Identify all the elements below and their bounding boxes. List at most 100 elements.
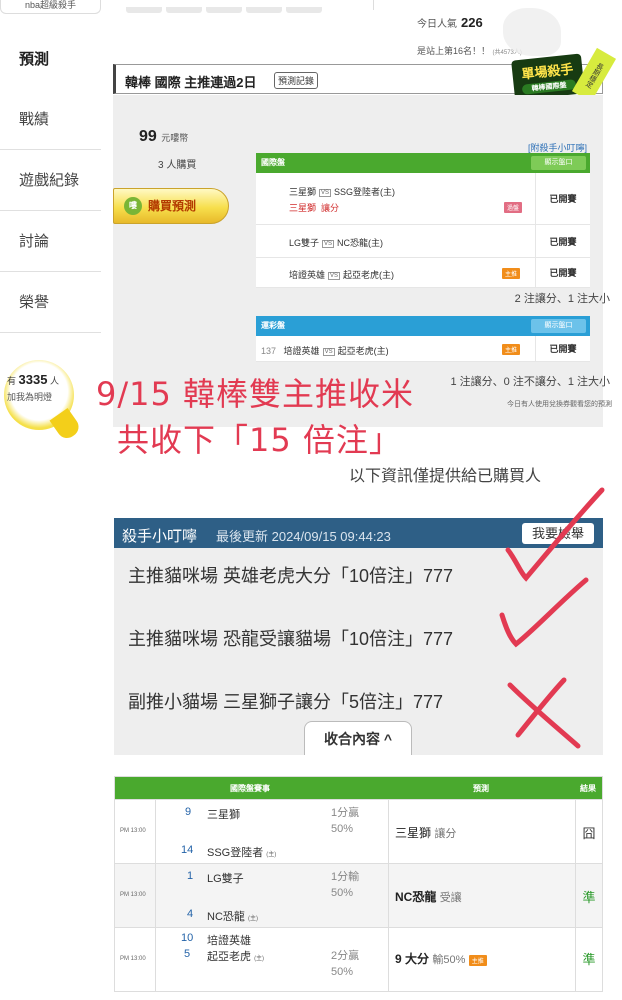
game-number: 137 [261,346,277,356]
show-odds-button[interactable]: 顯示盤口 [531,156,586,170]
col-result: 結果 [580,784,596,793]
tips-title: 殺手小叮嚀 [122,528,198,545]
rank-text: 是站上第16名！！ [417,46,491,56]
fans-count: 有 3335 人 [7,372,77,387]
divider [373,0,374,10]
prediction: 9 大分 輸50% 主推 [395,950,487,967]
away-team: 培證英雄 [207,935,251,947]
results-header: 國際盤賽事 預測 結果 [115,777,602,799]
main-pick-tag: 主推 [468,955,487,966]
fans-suffix: 人 [49,376,59,386]
pred-pick: 9 大分 [395,952,430,966]
fans-number: 3335 [18,372,48,387]
team-number: 14 [181,844,194,856]
home-tag: (主) [254,956,265,962]
col-game: 國際盤賽事 [230,784,270,793]
verdict: 囧 [582,826,596,841]
game-time: PM 13:00 [120,892,146,898]
buy-prediction-button[interactable]: 嘍 購買預測 [113,188,229,224]
pick-type: 讓分 [321,203,340,213]
handwritten-caption-1: 9/15 韓棒雙主推收米 [96,375,415,413]
odds-line: 1分贏 [331,807,360,819]
home-tag: (主) [266,852,277,858]
status: 已開賽 [535,225,590,257]
check-mark-icon [505,487,605,582]
odds-pct: 50% [331,823,354,835]
fans-prefix: 有 [7,376,17,386]
odds-line: 1分輸 [331,871,360,883]
team-number: 5 [184,948,191,960]
home-team: SSG登陸者(主) [334,187,396,197]
home-team: NC恐龍 (主) [207,908,258,924]
prediction-record-button[interactable]: 預測記錄 [274,72,319,89]
table-row: PM 13:00 9 三星獅 14 SSG登陸者 (主) 1分贏 50% 三星獅 … [115,799,602,863]
main-pick-tag: 主推 [502,268,521,279]
home-tag: (主) [247,916,258,922]
badge-main: 單場殺手 [520,61,575,82]
home-team-name: 起亞老虎 [207,951,251,963]
popularity: 今日人氣 226 [417,15,483,30]
team-number: 10 [181,932,194,944]
status: 已開賽 [535,258,590,287]
collapse-button[interactable]: 收合內容 ^ [304,721,412,755]
table-row: 137 培證英雄 VS 起亞老虎(主) 主推 已開賽 [256,336,590,362]
pred-pick: NC恐龍 [395,890,437,904]
verdict: 準 [582,890,596,905]
sidebar-item-record[interactable]: 戰績 [0,89,101,150]
pick-team: 三星獅 [289,203,317,213]
away-team: LG雙子 [207,873,244,885]
follow-me-label[interactable]: 加我為明燈 [7,390,77,403]
popularity-value: 226 [461,15,483,30]
status: 已開賽 [535,336,590,361]
away-team: 三星獅 [207,809,240,821]
sidebar-item-discussion[interactable]: 討論 [0,211,101,272]
buy-button-label: 購買預測 [148,199,197,213]
tip-line: 主推貓咪場 恐龍受讓貓場「10倍注」777 [128,629,454,649]
status: 已開賽 [535,173,590,224]
follow-bulb[interactable]: 有 3335 人 加我為明燈 [4,360,83,442]
odds: 1分贏 50% [331,805,359,837]
home-team: NC恐龍(主) [337,238,384,248]
team-number: 9 [185,806,192,818]
pick: 三星獅 讓分 [289,201,339,214]
voucher-note: 今日有人使用兌換券觀看您的預測 [507,401,612,408]
odds: 2分贏 50% [331,948,359,980]
away-team: 培證英雄 [289,270,326,280]
check-mark-icon [499,577,589,648]
pred-type: 受讓 [439,892,462,904]
matchup: LG雙子 VS NC恐龍(主) [289,236,383,249]
price-value: 99 [139,128,157,145]
table-row: LG雙子 VS NC恐龍(主) 已開賽 [256,225,590,258]
home-team-name: SSG登陸者 [207,847,264,859]
team-number: 4 [187,908,194,920]
intl-summary: 2 注讓分、1 注大小 [514,293,610,305]
home-team-name: NC恐龍 [207,911,245,923]
sport-summary: 1 注讓分、0 注不讓分、1 注大小 [450,376,610,388]
table-row: 培證英雄 VS 起亞老虎(主) 主推 已開賽 [256,258,590,288]
tip-line: 主推貓咪場 英雄老虎大分「10倍注」777 [128,566,454,586]
pass-tag: 過盤 [504,202,523,213]
sidebar-top-label[interactable]: nba超級殺手 [0,0,101,14]
show-odds-button[interactable]: 顯示盤口 [531,319,586,333]
main-pick-tag: 主推 [502,344,521,355]
pred-pick: 三星獅 [395,826,432,840]
pred-type: 輸50% [432,954,466,966]
team-number: 1 [187,870,194,882]
odds-line: 2分贏 [331,950,360,962]
handwritten-marks [499,487,605,749]
table-row: PM 13:00 10 培證英雄 5 起亞老虎 (主) 2分贏 50% 9 大分 … [115,927,602,991]
sidebar-item-game-history[interactable]: 遊戲紀錄 [0,150,101,211]
vs-icon: VS [319,188,332,197]
intl-header-label: 國際盤 [261,158,285,167]
handwritten-caption-2: 共收下「15 倍注」 [117,421,402,459]
pred-type: 讓分 [434,828,457,840]
sidebar-item-predictions[interactable]: 預測 [0,29,101,90]
intl-table-header: 國際盤 顯示盤口 [256,153,590,173]
cross-mark-icon [507,682,581,749]
col-prediction: 預測 [473,784,489,793]
home-team: 起亞老虎(主) [337,346,389,356]
prediction: 三星獅 讓分 [395,824,456,841]
tip-line: 副推小貓場 三星獅子讓分「5倍注」777 [128,692,444,712]
sidebar-item-honors[interactable]: 榮譽 [0,272,101,333]
killer-badge: 單場殺手 韓棒國際盤 [511,53,585,101]
